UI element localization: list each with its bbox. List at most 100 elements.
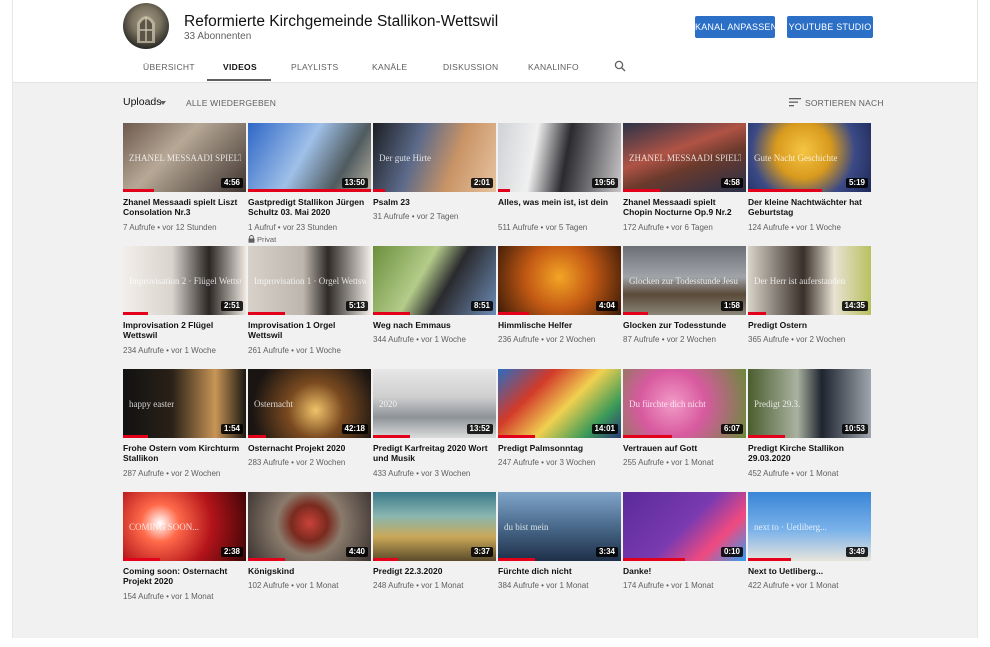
customize-channel-button[interactable]: KANAL ANPASSEN (695, 16, 777, 38)
caret-down-icon[interactable] (160, 101, 166, 105)
video-title[interactable]: Improvisation 2 Flügel Wettswil (123, 320, 246, 340)
video-thumbnail[interactable]: Improvisation 2 · Flügel Wettswil 2:51 (123, 246, 246, 315)
video-duration: 10:53 (841, 424, 868, 434)
video-card[interactable]: Predigt 29.3. 10:53 Predigt Kirche Stallik… (748, 369, 871, 487)
video-card[interactable]: Gute Nacht Geschichte 5:19 Der kleine Nach… (748, 123, 871, 241)
video-title[interactable]: Predigt Kirche Stallikon 29.03.2020 (748, 443, 871, 463)
video-thumbnail[interactable]: Gute Nacht Geschichte 5:19 (748, 123, 871, 192)
play-all-button[interactable]: ALLE WIEDERGEBEN (186, 98, 276, 108)
video-title[interactable]: Predigt Palmsonntag (498, 443, 621, 453)
video-thumbnail[interactable]: Du fürchte dich nicht 6:07 (623, 369, 746, 438)
tab-videos[interactable]: VIDEOS (223, 62, 257, 72)
video-card[interactable]: happy easter 1:54 Frohe Ostern vom Kirchtu… (123, 369, 246, 487)
video-card[interactable]: 4:40 Königskind 102 Aufrufe • vor 1 Monat (248, 492, 371, 610)
video-title[interactable]: Der kleine Nachtwächter hat Geburtstag (748, 197, 871, 217)
video-card[interactable]: Der gute Hirte 2:01 Psalm 23 31 Aufrufe • v… (373, 123, 496, 241)
video-thumbnail[interactable]: Glocken zur Todesstunde Jesu 1:58 (623, 246, 746, 315)
watch-progress-bar (748, 435, 785, 438)
tab-overview[interactable]: ÜBERSICHT (143, 62, 195, 72)
tab-channels[interactable]: KANÄLE (372, 62, 407, 72)
video-thumbnail[interactable]: 4:40 (248, 492, 371, 561)
video-card[interactable]: next to · Uetliberg... 3:49 Next to Uetlib… (748, 492, 871, 610)
video-card[interactable]: Glocken zur Todesstunde Jesu 1:58 Glocken … (623, 246, 746, 364)
video-card[interactable]: Improvisation 1 · Orgel Wettswil 5:13 Impr… (248, 246, 371, 364)
sort-button[interactable]: SORTIEREN NACH (805, 98, 884, 108)
video-card[interactable]: du bist mein 3:34 Fürchte dich nicht 384 Au… (498, 492, 621, 610)
video-meta: 511 Aufrufe • vor 5 Tagen (498, 223, 588, 232)
watch-progress-bar (498, 558, 535, 561)
video-card[interactable]: 13:50 Gastpredigt Stallikon Jürgen Schult… (248, 123, 371, 244)
video-title[interactable]: Improvisation 1 Orgel Wettswil (248, 320, 371, 340)
video-card[interactable]: COMING SOON... 2:38 Coming soon: Osternach… (123, 492, 246, 610)
video-card[interactable]: ZHANEL MESSAADI SPIELT · LISZT CONSOLATI… (123, 123, 246, 241)
video-thumbnail[interactable]: Improvisation 1 · Orgel Wettswil 5:13 (248, 246, 371, 315)
uploads-dropdown[interactable]: Uploads (123, 96, 162, 108)
video-title[interactable]: Danke! (623, 566, 746, 576)
video-card[interactable]: 19:56 Alles, was mein ist, ist dein 511 Au… (498, 123, 621, 241)
video-thumbnail[interactable]: ZHANEL MESSAADI SPIELT · CHOPIN NOCTURNE… (623, 123, 746, 192)
video-thumbnail[interactable]: 13:50 (248, 123, 371, 192)
channel-avatar[interactable] (123, 3, 169, 49)
video-thumbnail[interactable]: 0:10 (623, 492, 746, 561)
video-title[interactable]: Predigt 22.3.2020 (373, 566, 496, 576)
video-thumbnail[interactable]: Predigt 29.3. 10:53 (748, 369, 871, 438)
video-card[interactable]: 2020 13:52 Predigt Karfreitag 2020 Wort un… (373, 369, 496, 487)
video-thumbnail[interactable]: Der gute Hirte 2:01 (373, 123, 496, 192)
video-card[interactable]: Improvisation 2 · Flügel Wettswil 2:51 Imp… (123, 246, 246, 364)
video-card[interactable]: Der Herr ist auferstanden 14:35 Predigt Os… (748, 246, 871, 364)
video-title[interactable]: Fürchte dich nicht (498, 566, 621, 576)
video-thumbnail[interactable]: happy easter 1:54 (123, 369, 246, 438)
video-thumbnail[interactable]: Osternacht 42:18 (248, 369, 371, 438)
video-meta: 283 Aufrufe • vor 2 Wochen (248, 458, 346, 467)
video-thumbnail[interactable]: ZHANEL MESSAADI SPIELT · LISZT CONSOLATI… (123, 123, 246, 192)
video-thumbnail[interactable]: 4:04 (498, 246, 621, 315)
search-icon[interactable] (614, 60, 626, 72)
video-card[interactable]: 8:51 Weg nach Emmaus 344 Aufrufe • vor 1 W… (373, 246, 496, 364)
tab-discussion[interactable]: DISKUSSION (443, 62, 498, 72)
video-thumbnail[interactable]: 8:51 (373, 246, 496, 315)
video-card[interactable]: ZHANEL MESSAADI SPIELT · CHOPIN NOCTURNE… (623, 123, 746, 241)
video-title[interactable]: Zhanel Messaadi spielt Chopin Nocturne O… (623, 197, 746, 217)
video-title[interactable]: Psalm 23 (373, 197, 496, 207)
video-title[interactable]: Predigt Karfreitag 2020 Wort und Musik (373, 443, 496, 463)
youtube-studio-button[interactable]: YOUTUBE STUDIO (787, 16, 873, 38)
video-thumbnail[interactable]: next to · Uetliberg... 3:49 (748, 492, 871, 561)
active-tab-indicator (207, 79, 271, 81)
video-title[interactable]: Königskind (248, 566, 371, 576)
watch-progress-bar (248, 558, 285, 561)
thumbnail-caption: Glocken zur Todesstunde Jesu (629, 276, 738, 286)
video-thumbnail[interactable]: COMING SOON... 2:38 (123, 492, 246, 561)
video-title[interactable]: Coming soon: Osternacht Projekt 2020 (123, 566, 246, 586)
video-card[interactable]: Du fürchte dich nicht 6:07 Vertrauen auf G… (623, 369, 746, 487)
sort-icon[interactable] (789, 97, 801, 107)
video-thumbnail[interactable]: du bist mein 3:34 (498, 492, 621, 561)
video-card[interactable]: 0:10 Danke! 174 Aufrufe • vor 1 Monat (623, 492, 746, 610)
video-title[interactable]: Vertrauen auf Gott (623, 443, 746, 453)
video-card[interactable]: 3:37 Predigt 22.3.2020 248 Aufrufe • vor 1… (373, 492, 496, 610)
video-thumbnail[interactable]: 3:37 (373, 492, 496, 561)
video-title[interactable]: Frohe Ostern vom Kirchturm Stallikon (123, 443, 246, 463)
tab-about[interactable]: KANALINFO (528, 62, 579, 72)
watch-progress-bar (248, 435, 266, 438)
video-thumbnail[interactable]: 19:56 (498, 123, 621, 192)
video-meta: 384 Aufrufe • vor 1 Monat (498, 581, 589, 590)
video-title[interactable]: Zhanel Messaadi spielt Liszt Consolation… (123, 197, 246, 217)
video-thumbnail[interactable]: Der Herr ist auferstanden 14:35 (748, 246, 871, 315)
video-title[interactable]: Predigt Ostern (748, 320, 871, 330)
video-title[interactable]: Next to Uetliberg... (748, 566, 871, 576)
video-title[interactable]: Glocken zur Todesstunde (623, 320, 746, 330)
video-card[interactable]: Osternacht 42:18 Osternacht Projekt 2020 28… (248, 369, 371, 487)
video-toolbar: Uploads ALLE WIEDERGEBEN SORTIEREN NACH (13, 92, 977, 112)
video-title[interactable]: Himmlische Helfer (498, 320, 621, 330)
watch-progress-bar (748, 312, 766, 315)
video-card[interactable]: 14:01 Predigt Palmsonntag 247 Aufrufe • vo… (498, 369, 621, 487)
video-title[interactable]: Osternacht Projekt 2020 (248, 443, 371, 453)
video-title[interactable]: Alles, was mein ist, ist dein (498, 197, 621, 207)
video-title[interactable]: Weg nach Emmaus (373, 320, 496, 330)
video-title[interactable]: Gastpredigt Stallikon Jürgen Schultz 03.… (248, 197, 371, 217)
video-thumbnail[interactable]: 2020 13:52 (373, 369, 496, 438)
video-card[interactable]: 4:04 Himmlische Helfer 236 Aufrufe • vor 2… (498, 246, 621, 364)
video-meta: 154 Aufrufe • vor 1 Monat (123, 592, 214, 601)
video-thumbnail[interactable]: 14:01 (498, 369, 621, 438)
tab-playlists[interactable]: PLAYLISTS (291, 62, 338, 72)
